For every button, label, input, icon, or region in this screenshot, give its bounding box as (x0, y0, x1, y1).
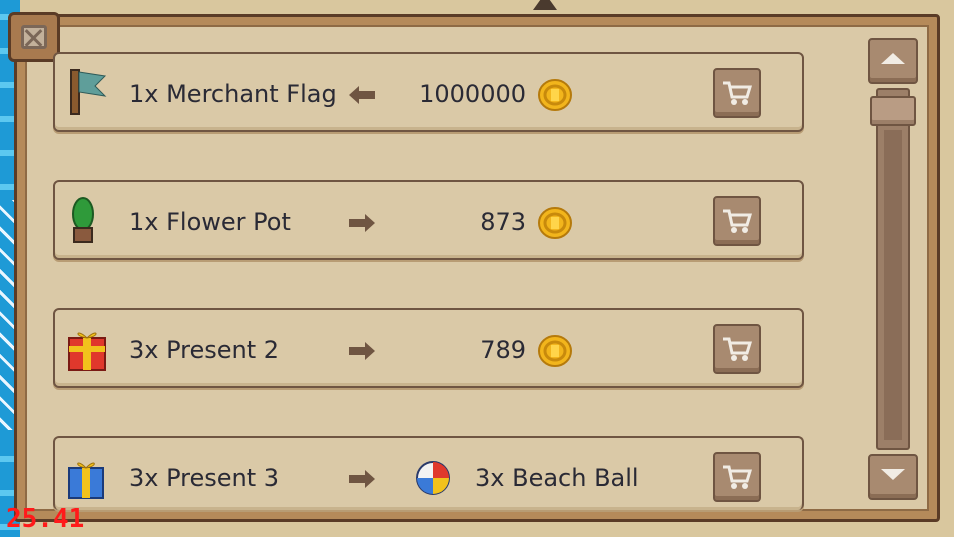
item-price: 789 (480, 336, 526, 364)
shop-row: 1x Merchant Flag 1000000 (53, 52, 804, 132)
gold-coin-icon (538, 207, 572, 239)
right-arrow-icon (349, 214, 375, 232)
item-label: 3x Present 3 (129, 464, 280, 492)
cart-icon (723, 337, 753, 361)
red-present-icon (68, 332, 106, 371)
cart-icon (723, 465, 753, 489)
fps-counter: 25.41 (6, 504, 85, 534)
water-foam (0, 200, 14, 430)
item-price: 1000000 (419, 80, 526, 108)
close-icon (21, 25, 47, 49)
item-label: 1x Merchant Flag (129, 80, 337, 108)
shop-row: 3x Present 3 3x Beach Ball (53, 436, 804, 510)
scroll-thumb[interactable] (870, 96, 916, 126)
item-label: 1x Flower Pot (129, 208, 291, 236)
buy-button[interactable] (713, 324, 761, 374)
down-arrow-icon (881, 468, 905, 480)
right-arrow-icon (349, 470, 375, 488)
gold-coin-icon (538, 335, 572, 367)
cart-icon (723, 81, 753, 105)
buy-button[interactable] (713, 452, 761, 502)
blue-present-icon (68, 462, 104, 499)
scroll-up-button[interactable] (868, 38, 918, 84)
buy-button[interactable] (713, 68, 761, 118)
shop-row: 3x Present 2 789 (53, 308, 804, 388)
cart-icon (723, 209, 753, 233)
buy-button[interactable] (713, 196, 761, 246)
reward-label: 3x Beach Ball (475, 464, 639, 492)
flower-pot-icon (72, 197, 94, 243)
scroll-down-button[interactable] (868, 454, 918, 500)
gold-coin-icon (538, 79, 572, 111)
right-arrow-icon (349, 342, 375, 360)
shop-row: 1x Flower Pot 873 (53, 180, 804, 260)
up-arrow-icon (881, 52, 905, 64)
item-price: 873 (480, 208, 526, 236)
left-arrow-icon (349, 86, 375, 104)
merchant-flag-icon (70, 69, 107, 115)
beach-ball-icon (416, 461, 450, 495)
close-button[interactable] (8, 12, 60, 62)
item-label: 3x Present 2 (129, 336, 280, 364)
scroll-track[interactable] (876, 88, 910, 450)
